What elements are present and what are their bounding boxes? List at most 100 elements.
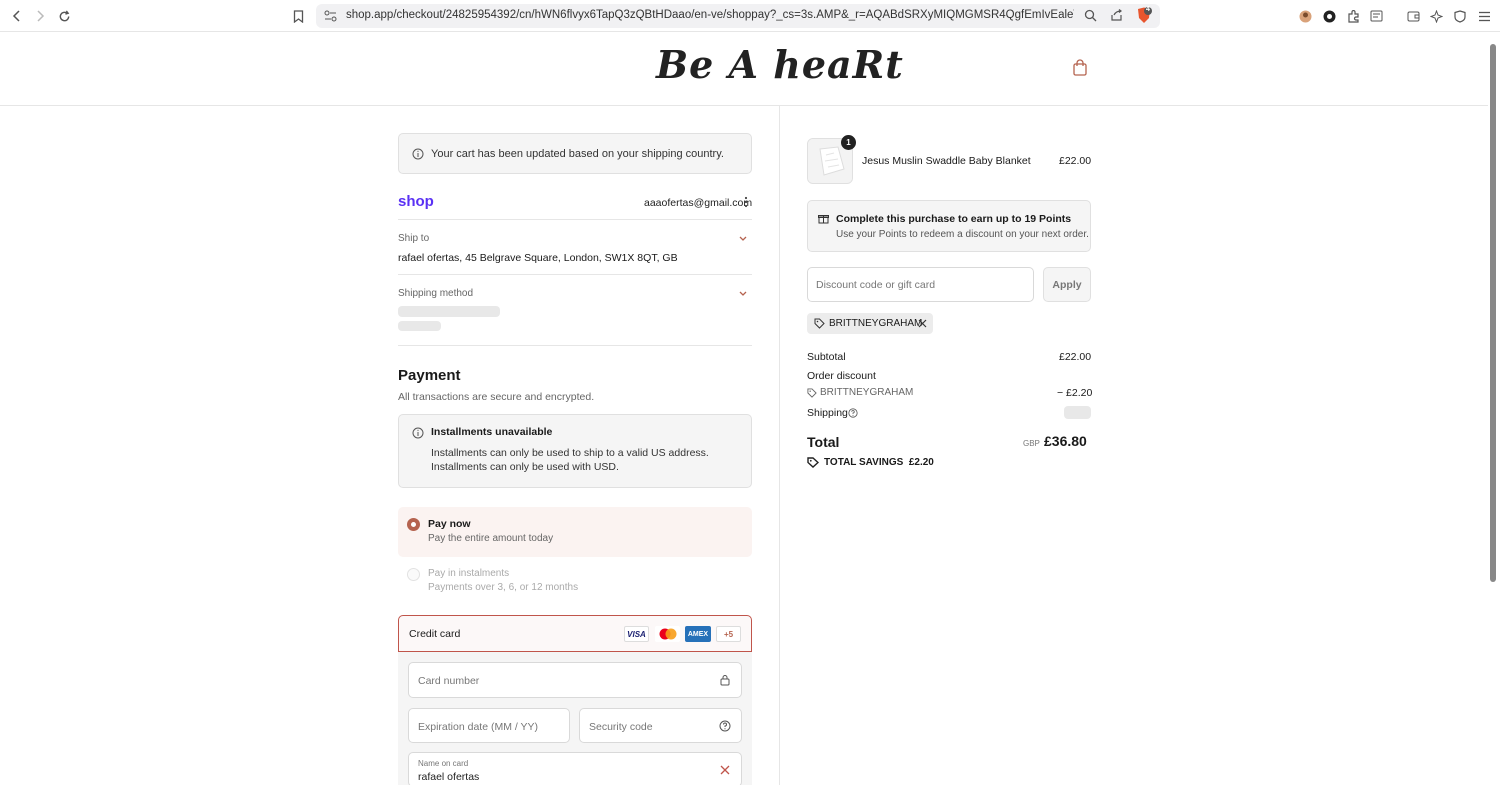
store-logo[interactable]: Be A heaRt bbox=[656, 42, 904, 87]
site-settings-icon[interactable] bbox=[324, 10, 337, 25]
divider bbox=[398, 345, 752, 346]
more-options-icon[interactable] bbox=[744, 196, 750, 208]
divider bbox=[398, 274, 752, 275]
security-code-placeholder: Security code bbox=[589, 721, 653, 733]
points-subtitle: Use your Points to redeem a discount on … bbox=[836, 229, 1089, 240]
name-on-card-label: Name on card bbox=[418, 759, 469, 768]
extension-avatar-icon[interactable] bbox=[1297, 8, 1313, 24]
cart-updated-notice: Your cart has been updated based on your… bbox=[398, 133, 752, 174]
pay-in-instalments-option[interactable]: Pay in instalments Payments over 3, 6, o… bbox=[398, 562, 752, 600]
pay-now-radio[interactable] bbox=[407, 518, 420, 531]
quantity-badge: 1 bbox=[841, 135, 856, 150]
vpn-shield-icon[interactable] bbox=[1452, 8, 1468, 24]
forward-icon[interactable] bbox=[31, 7, 49, 25]
installments-description: Installments can only be used to ship to… bbox=[431, 447, 709, 473]
card-number-field[interactable]: Card number bbox=[408, 662, 742, 698]
shipping-method-label: Shipping method bbox=[398, 288, 474, 299]
expiration-date-field[interactable]: Expiration date (MM / YY) bbox=[408, 708, 570, 743]
shipping-method-chevron-down-icon[interactable] bbox=[738, 288, 748, 298]
menu-icon[interactable] bbox=[1476, 8, 1492, 24]
extension-badge: 4 bbox=[1146, 6, 1150, 13]
pay-now-option[interactable]: Pay now Pay the entire amount today bbox=[398, 507, 752, 557]
notice-text: Your cart has been updated based on your… bbox=[431, 148, 724, 160]
store-header: Be A heaRt bbox=[0, 32, 1488, 106]
card-number-placeholder: Card number bbox=[418, 675, 480, 687]
pay-in-instalments-radio[interactable] bbox=[407, 568, 420, 581]
credit-card-option[interactable]: Credit card VISA AMEX +5 bbox=[398, 615, 752, 652]
apply-button[interactable]: Apply bbox=[1043, 267, 1091, 302]
loading-skeleton bbox=[398, 321, 441, 331]
credit-card-label: Credit card bbox=[409, 628, 461, 640]
shopping-bag-icon[interactable] bbox=[1072, 59, 1092, 79]
leo-ai-icon[interactable] bbox=[1428, 8, 1444, 24]
currency-code: GBP bbox=[1023, 439, 1040, 448]
loading-skeleton bbox=[398, 306, 500, 317]
applied-discount-chip: BRITTNEYGRAHAM bbox=[807, 313, 933, 334]
applied-code: BRITTNEYGRAHAM bbox=[829, 318, 923, 329]
tag-icon bbox=[814, 318, 825, 332]
account-email: aaaofertas@gmail.com bbox=[644, 197, 753, 209]
savings-value: £2.20 bbox=[908, 457, 934, 468]
product-price: £22.00 bbox=[1059, 155, 1092, 167]
mastercard-icon bbox=[655, 626, 680, 642]
divider bbox=[398, 219, 752, 220]
remove-discount-icon[interactable] bbox=[918, 319, 927, 331]
installments-title: Installments unavailable bbox=[431, 426, 553, 438]
total-savings: TOTAL SAVINGS £2.20 bbox=[824, 457, 934, 468]
back-icon[interactable] bbox=[8, 7, 26, 25]
discount-placeholder: Discount code or gift card bbox=[816, 279, 936, 291]
installments-unavailable-notice: Installments unavailable Installments ca… bbox=[398, 414, 752, 488]
address-bar[interactable]: shop.app/checkout/24825954392/cn/hWN6flv… bbox=[316, 4, 1160, 28]
discount-amount: − £2.20 bbox=[1057, 387, 1093, 399]
column-divider bbox=[779, 106, 780, 785]
discount-code-line: BRITTNEYGRAHAM bbox=[820, 387, 914, 398]
shipping-label: Shipping bbox=[807, 407, 848, 419]
subtotal-value: £22.00 bbox=[1059, 351, 1092, 363]
bookmark-icon[interactable] bbox=[289, 7, 307, 25]
points-notice: Complete this purchase to earn up to 19 … bbox=[807, 200, 1091, 252]
reload-icon[interactable] bbox=[55, 7, 73, 25]
total-label: Total bbox=[807, 434, 840, 450]
more-cards-badge: +5 bbox=[716, 626, 741, 642]
name-on-card-field[interactable]: Name on card rafael ofertas bbox=[408, 752, 742, 785]
extension-circle-icon[interactable] bbox=[1321, 8, 1337, 24]
wallet-icon[interactable] bbox=[1405, 8, 1421, 24]
error-x-icon bbox=[720, 765, 730, 778]
browser-toolbar: shop.app/checkout/24825954392/cn/hWN6flv… bbox=[0, 0, 1500, 32]
url-text: shop.app/checkout/24825954392/cn/hWN6flv… bbox=[346, 9, 1074, 21]
discount-code-input[interactable]: Discount code or gift card bbox=[807, 267, 1034, 302]
subtotal-label: Subtotal bbox=[807, 351, 846, 363]
tag-icon bbox=[807, 388, 817, 401]
shipping-help-icon[interactable] bbox=[848, 408, 858, 421]
help-icon[interactable] bbox=[719, 720, 731, 735]
ship-to-address: rafael ofertas, 45 Belgrave Square, Lond… bbox=[398, 252, 678, 264]
order-discount-label: Order discount bbox=[807, 370, 876, 382]
ship-to-chevron-down-icon[interactable] bbox=[738, 233, 748, 243]
shipping-loading-skeleton bbox=[1064, 406, 1091, 419]
savings-tag-icon bbox=[807, 457, 820, 471]
share-icon[interactable] bbox=[1110, 9, 1123, 25]
scrollbar-thumb[interactable] bbox=[1490, 44, 1496, 582]
pay-now-title: Pay now bbox=[428, 518, 471, 530]
visa-icon: VISA bbox=[624, 626, 649, 642]
info-icon bbox=[412, 427, 424, 439]
name-on-card-value: rafael ofertas bbox=[418, 771, 480, 783]
reader-icon[interactable] bbox=[1368, 8, 1384, 24]
zoom-icon[interactable] bbox=[1084, 9, 1097, 25]
instalments-subtitle: Payments over 3, 6, or 12 months bbox=[428, 582, 579, 593]
savings-label: TOTAL SAVINGS bbox=[824, 457, 904, 468]
shop-pay-logo: shop bbox=[398, 193, 434, 210]
info-icon bbox=[412, 148, 424, 160]
lock-icon bbox=[720, 674, 730, 689]
amex-icon: AMEX bbox=[685, 626, 711, 642]
expiration-placeholder: Expiration date (MM / YY) bbox=[418, 721, 539, 733]
credit-card-form: Card number Expiration date (MM / YY) Se… bbox=[398, 652, 752, 785]
product-name: Jesus Muslin Swaddle Baby Blanket bbox=[862, 155, 1031, 167]
security-code-field[interactable]: Security code bbox=[579, 708, 742, 743]
extensions-puzzle-icon[interactable] bbox=[1345, 8, 1361, 24]
points-title: Complete this purchase to earn up to 19 … bbox=[836, 213, 1072, 225]
gift-icon bbox=[818, 213, 829, 227]
ship-to-label: Ship to bbox=[398, 233, 430, 244]
pay-now-subtitle: Pay the entire amount today bbox=[428, 533, 554, 544]
payment-subtitle: All transactions are secure and encrypte… bbox=[398, 391, 595, 403]
